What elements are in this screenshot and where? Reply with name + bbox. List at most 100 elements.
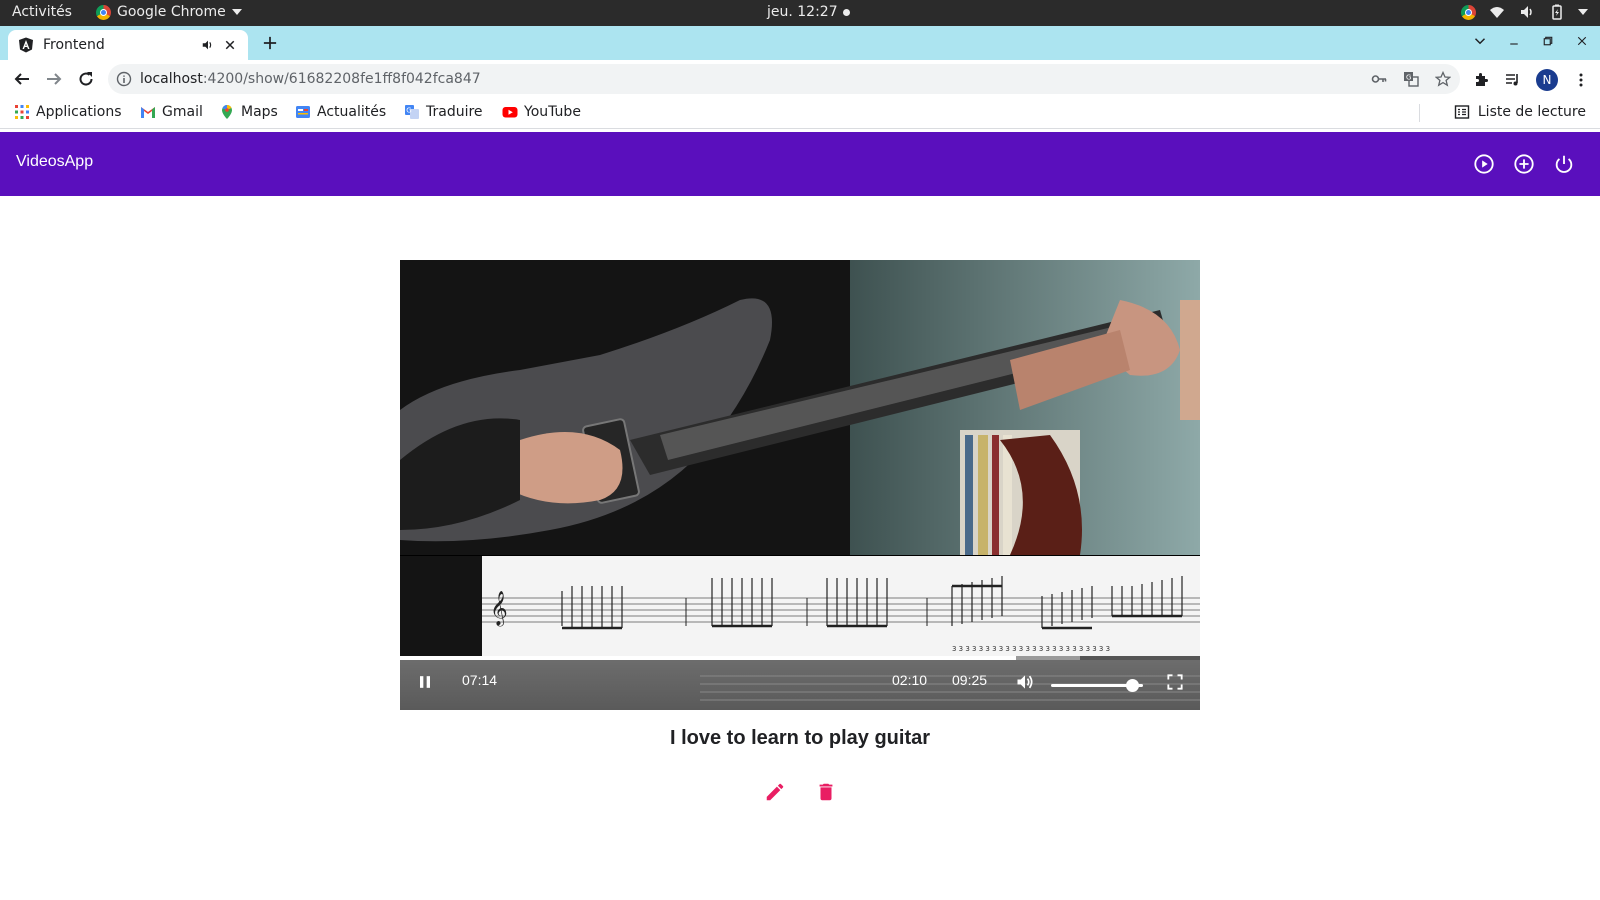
add-circle-icon bbox=[1514, 154, 1534, 174]
pencil-icon bbox=[766, 783, 784, 801]
reading-list-button[interactable]: Liste de lecture bbox=[1454, 104, 1586, 120]
tab-strip: Frontend bbox=[0, 26, 1600, 60]
browser-tab-frontend[interactable]: Frontend bbox=[8, 30, 248, 60]
arrow-right-icon bbox=[47, 73, 62, 85]
bookmark-label: YouTube bbox=[524, 104, 581, 120]
caret-down-icon bbox=[231, 9, 242, 15]
svg-text:G: G bbox=[1406, 74, 1411, 82]
translate-bookmark-icon: G bbox=[405, 105, 419, 119]
app-menu[interactable]: Google Chrome bbox=[96, 4, 242, 20]
remaining-time: 02:10 bbox=[892, 672, 928, 688]
restore-button[interactable] bbox=[1540, 33, 1556, 49]
volume-icon bbox=[1518, 3, 1536, 21]
svg-text:G: G bbox=[406, 107, 411, 115]
youtube-icon bbox=[502, 107, 518, 118]
system-tray[interactable] bbox=[1461, 3, 1588, 21]
clock[interactable]: jeu. 12:27 bbox=[767, 4, 850, 20]
app-toolbar: VideosApp bbox=[0, 132, 1600, 196]
bookmark-label: Actualités bbox=[317, 104, 387, 120]
app-menu-label: Google Chrome bbox=[117, 4, 226, 20]
back-button[interactable] bbox=[12, 69, 32, 89]
pause-button[interactable] bbox=[413, 670, 437, 694]
tab-title: Frontend bbox=[43, 37, 105, 53]
notification-dot-icon bbox=[842, 8, 850, 16]
volume-up-icon bbox=[1017, 675, 1033, 689]
new-tab-button[interactable] bbox=[259, 32, 281, 54]
tab-close-icon[interactable] bbox=[222, 37, 238, 53]
video-player[interactable]: 𝄞 3 3 3 3 3 3 3 3 3 3 3 3 3 3 3 3 3 3 3 … bbox=[400, 260, 1200, 710]
bookmark-actualites[interactable]: Actualités bbox=[295, 104, 386, 120]
video-frame-dark-strip bbox=[400, 556, 482, 656]
reload-icon bbox=[79, 72, 93, 86]
browser-toolbar: localhost:4200/show/61682208fe1ff8f042fc… bbox=[0, 60, 1600, 98]
power-icon bbox=[1555, 155, 1573, 173]
forward-button[interactable] bbox=[44, 69, 64, 89]
edit-button[interactable] bbox=[763, 780, 787, 804]
fullscreen-button[interactable] bbox=[1163, 670, 1187, 694]
logout-button[interactable] bbox=[1552, 152, 1576, 176]
profile-avatar[interactable]: N bbox=[1536, 69, 1558, 91]
volume-thumb[interactable] bbox=[1125, 679, 1139, 692]
bookmark-label: Traduire bbox=[426, 104, 483, 120]
mute-button[interactable] bbox=[1013, 670, 1037, 694]
fullscreen-icon bbox=[1167, 674, 1183, 690]
bookmark-applications[interactable]: Applications bbox=[14, 104, 122, 120]
restore-icon bbox=[1543, 36, 1553, 46]
close-icon bbox=[1577, 36, 1587, 46]
bookmark-traduire[interactable]: G Traduire bbox=[404, 104, 483, 120]
plus-icon bbox=[263, 36, 277, 50]
reading-list-icon bbox=[1454, 105, 1470, 119]
bookmarks-bar: Applications Gmail Maps Actualités G Tra… bbox=[0, 98, 1600, 129]
reading-list-label: Liste de lecture bbox=[1477, 104, 1586, 120]
play-circle-icon bbox=[1474, 154, 1494, 174]
apps-grid-icon bbox=[15, 105, 29, 119]
kebab-menu-icon[interactable] bbox=[1572, 71, 1590, 89]
video-title: I love to learn to play guitar bbox=[669, 727, 931, 749]
news-icon bbox=[296, 106, 310, 118]
add-video-button[interactable] bbox=[1512, 152, 1536, 176]
svg-text:3 3 3 3 3 3 3 3 3 3 3 3 3 3 3: 3 3 3 3 3 3 3 3 3 3 3 3 3 3 3 3 3 3 3 3 … bbox=[952, 645, 1110, 653]
arrow-left-icon bbox=[14, 73, 29, 85]
gmail-icon bbox=[141, 107, 155, 118]
minimize-button[interactable] bbox=[1506, 33, 1522, 49]
bookmark-label: Maps bbox=[241, 104, 278, 120]
bookmark-star-icon[interactable] bbox=[1434, 70, 1452, 88]
bookmark-label: Gmail bbox=[162, 104, 203, 120]
tray-caret-down-icon bbox=[1578, 9, 1588, 15]
chrome-tray-icon bbox=[1461, 4, 1476, 20]
tab-audio-icon[interactable] bbox=[200, 37, 216, 53]
activities-button[interactable]: Activités bbox=[12, 4, 72, 20]
bookmark-youtube[interactable]: YouTube bbox=[502, 104, 581, 120]
wifi-icon bbox=[1488, 3, 1506, 21]
info-icon[interactable] bbox=[116, 71, 132, 87]
extension-toolbar: N bbox=[1472, 69, 1590, 91]
clock-label: jeu. 12:27 bbox=[767, 4, 838, 20]
play-circle-button[interactable] bbox=[1472, 152, 1496, 176]
media-queue-icon[interactable] bbox=[1504, 71, 1522, 89]
url-host: localhost bbox=[140, 71, 203, 87]
delete-button[interactable] bbox=[814, 780, 838, 804]
video-frame-tablature: 𝄞 3 3 3 3 3 3 3 3 3 3 3 3 3 3 3 3 3 3 3 … bbox=[482, 556, 1200, 656]
video-frame-guitar bbox=[400, 260, 1200, 555]
bookmarks-separator bbox=[1419, 104, 1420, 122]
progress-played bbox=[400, 656, 1016, 660]
address-bar-actions: G bbox=[1370, 70, 1452, 88]
tab-search-button[interactable] bbox=[1472, 33, 1488, 49]
system-top-bar: Activités Google Chrome jeu. 12:27 bbox=[0, 0, 1600, 26]
window-close-button[interactable] bbox=[1574, 33, 1590, 49]
bookmark-maps[interactable]: Maps bbox=[219, 104, 278, 120]
bookmark-label: Applications bbox=[36, 104, 122, 120]
key-icon[interactable] bbox=[1370, 70, 1388, 88]
bookmark-gmail[interactable]: Gmail bbox=[140, 104, 203, 120]
window-controls bbox=[1472, 33, 1590, 49]
total-duration: 09:25 bbox=[952, 672, 988, 688]
angular-icon bbox=[19, 37, 33, 53]
translate-icon[interactable]: G bbox=[1402, 70, 1420, 88]
reload-button[interactable] bbox=[76, 69, 96, 89]
app-title[interactable]: VideosApp bbox=[16, 153, 93, 171]
address-bar[interactable]: localhost:4200/show/61682208fe1ff8f042fc… bbox=[108, 64, 1460, 94]
svg-text:𝄞: 𝄞 bbox=[490, 591, 508, 627]
url-path: :4200/show/61682208fe1ff8f042fca847 bbox=[202, 71, 481, 87]
extensions-puzzle-icon[interactable] bbox=[1472, 71, 1490, 89]
trash-icon bbox=[819, 783, 833, 801]
